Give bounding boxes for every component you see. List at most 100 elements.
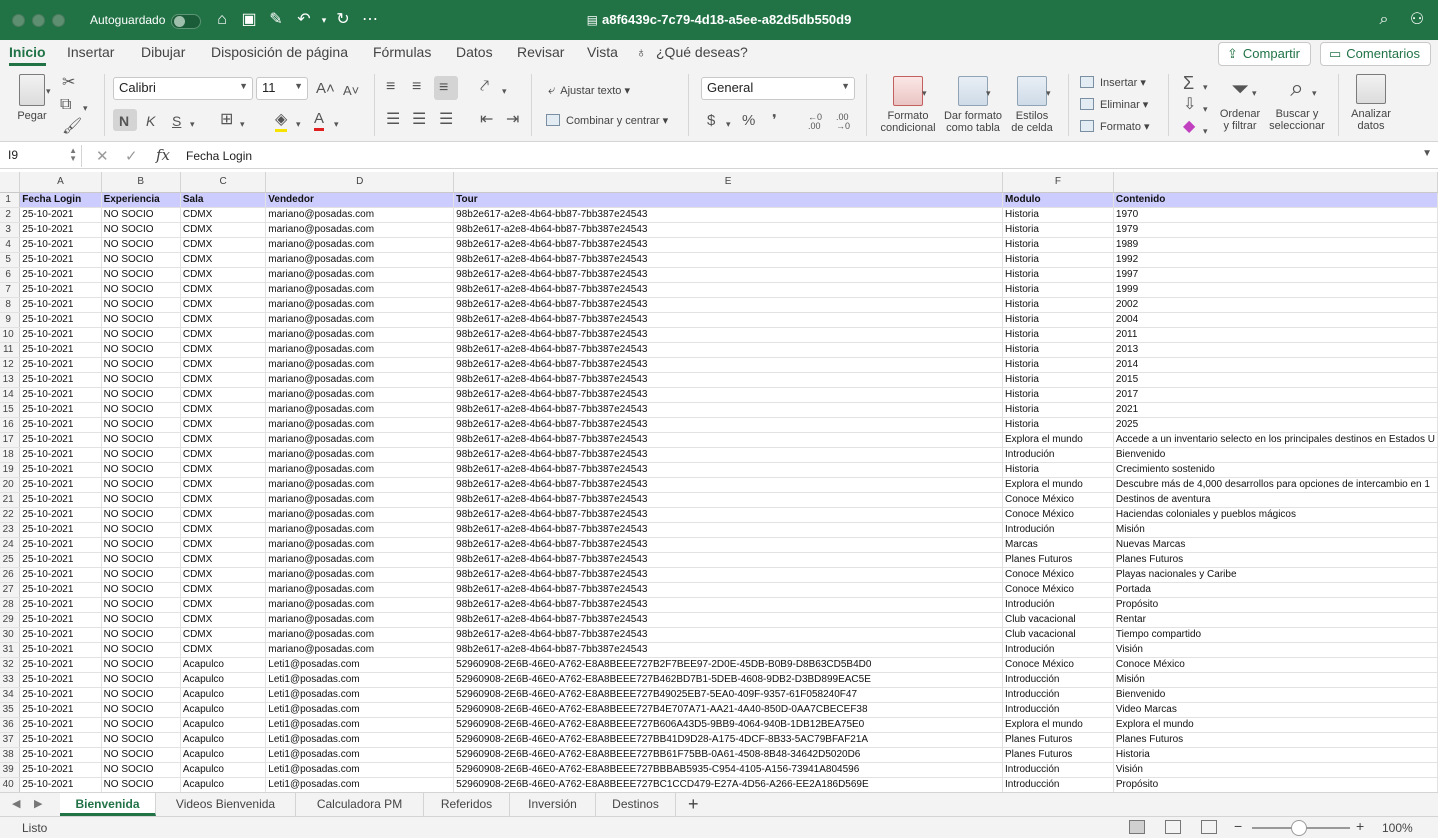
table-cell[interactable]: Bienvenido [1113, 687, 1438, 703]
row-header[interactable]: 2 [0, 207, 21, 223]
increase-indent-icon[interactable]: ⇥ [506, 111, 519, 129]
row-header[interactable]: 29 [0, 612, 21, 628]
table-cell[interactable]: Bienvenido [1113, 447, 1438, 463]
table-cell[interactable]: CDMX [180, 477, 267, 493]
table-cell[interactable]: mariano@posadas.com [265, 612, 455, 628]
currency-icon[interactable]: $ [707, 112, 715, 130]
table-cell[interactable]: Leti1@posadas.com [265, 672, 455, 688]
cell-styles-button[interactable]: Estilos de celda [1004, 76, 1060, 134]
row-header[interactable]: 19 [0, 462, 21, 478]
table-cell[interactable]: Planes Futuros [1002, 552, 1114, 568]
header-cell[interactable]: Modulo [1002, 192, 1114, 208]
sheet-tab-bienvenida[interactable]: Bienvenida [60, 793, 156, 816]
table-cell[interactable]: CDMX [180, 402, 267, 418]
table-cell[interactable]: Acapulco [180, 762, 267, 778]
table-cell[interactable]: Descubre más de 4,000 desarrollos para o… [1113, 477, 1438, 493]
row-header[interactable]: 8 [0, 297, 21, 313]
find-select-button[interactable]: ⌕ Buscar y seleccionar [1266, 74, 1328, 132]
table-cell[interactable]: NO SOCIO [101, 747, 181, 763]
table-cell[interactable]: NO SOCIO [101, 462, 181, 478]
table-cell[interactable]: 98b2e617-a2e8-4b64-bb87-7bb387e24543 [453, 492, 1004, 508]
table-cell[interactable]: Acapulco [180, 717, 267, 733]
table-cell[interactable]: 25-10-2021 [19, 612, 102, 628]
table-cell[interactable]: Portada [1113, 582, 1438, 598]
fill-icon[interactable]: ⇩ [1183, 96, 1196, 114]
table-cell[interactable]: 52960908-2E6B-46E0-A762-E8A8BEEE727BB61F… [453, 747, 1004, 763]
table-cell[interactable]: CDMX [180, 372, 267, 388]
table-cell[interactable]: 25-10-2021 [19, 432, 102, 448]
user-icon[interactable]: ⚇ [1407, 10, 1427, 30]
table-cell[interactable]: Conoce México [1002, 582, 1114, 598]
table-cell[interactable]: CDMX [180, 312, 267, 328]
table-cell[interactable]: Haciendas coloniales y pueblos mágicos [1113, 507, 1438, 523]
table-cell[interactable]: Historia [1002, 267, 1114, 283]
table-cell[interactable]: Planes Futuros [1002, 732, 1114, 748]
table-cell[interactable]: 52960908-2E6B-46E0-A762-E8A8BEEE727B2F7B… [453, 657, 1004, 673]
table-cell[interactable]: Video Marcas [1113, 702, 1438, 718]
table-cell[interactable]: 2002 [1113, 297, 1438, 313]
table-cell[interactable]: mariano@posadas.com [265, 492, 455, 508]
row-header[interactable]: 28 [0, 597, 21, 613]
tab-revisar[interactable]: Revisar [517, 44, 564, 60]
table-cell[interactable]: 25-10-2021 [19, 417, 102, 433]
table-cell[interactable]: Misión [1113, 522, 1438, 538]
table-cell[interactable]: Historia [1002, 297, 1114, 313]
table-cell[interactable]: 98b2e617-a2e8-4b64-bb87-7bb387e24543 [453, 312, 1004, 328]
table-cell[interactable]: mariano@posadas.com [265, 447, 455, 463]
align-right-icon[interactable]: ☰ [439, 111, 453, 129]
table-cell[interactable]: CDMX [180, 282, 267, 298]
table-cell[interactable]: Historia [1002, 372, 1114, 388]
table-cell[interactable]: Club vacacional [1002, 612, 1114, 628]
align-bottom-icon[interactable]: ≡ [439, 79, 448, 97]
table-cell[interactable]: mariano@posadas.com [265, 312, 455, 328]
conditional-format-button[interactable]: Formato condicional [876, 76, 940, 134]
table-cell[interactable]: mariano@posadas.com [265, 537, 455, 553]
table-cell[interactable]: CDMX [180, 552, 267, 568]
table-cell[interactable]: Historia [1002, 237, 1114, 253]
table-cell[interactable]: 25-10-2021 [19, 327, 102, 343]
table-cell[interactable]: mariano@posadas.com [265, 327, 455, 343]
table-cell[interactable]: mariano@posadas.com [265, 222, 455, 238]
row-header[interactable]: 5 [0, 252, 21, 268]
table-cell[interactable]: Historia [1113, 747, 1438, 763]
row-header[interactable]: 21 [0, 492, 21, 508]
tab-inicio[interactable]: Inicio [9, 44, 46, 66]
font-color-dropdown-icon[interactable]: ▾ [334, 115, 339, 133]
search-icon[interactable]: ⌕ [1374, 10, 1394, 30]
table-cell[interactable]: 1999 [1113, 282, 1438, 298]
table-cell[interactable]: Introducción [1002, 777, 1114, 792]
table-cell[interactable]: 25-10-2021 [19, 537, 102, 553]
table-cell[interactable]: Propósito [1113, 597, 1438, 613]
table-cell[interactable]: Historia [1002, 342, 1114, 358]
table-cell[interactable]: 98b2e617-a2e8-4b64-bb87-7bb387e24543 [453, 462, 1004, 478]
column-header-d[interactable]: D [265, 172, 455, 193]
table-cell[interactable]: CDMX [180, 522, 267, 538]
sort-filter-button[interactable]: ⏷ Ordenar y filtrar [1214, 74, 1266, 132]
align-middle-icon[interactable]: ≡ [412, 78, 421, 96]
row-header[interactable]: 14 [0, 387, 21, 403]
table-cell[interactable]: 98b2e617-a2e8-4b64-bb87-7bb387e24543 [453, 282, 1004, 298]
table-cell[interactable]: CDMX [180, 447, 267, 463]
table-cell[interactable]: 98b2e617-a2e8-4b64-bb87-7bb387e24543 [453, 417, 1004, 433]
sheet-tab-inversion[interactable]: Inversión [510, 793, 596, 816]
tab-disposicion[interactable]: Disposición de página [211, 44, 348, 60]
table-cell[interactable]: NO SOCIO [101, 702, 181, 718]
table-cell[interactable]: Destinos de aventura [1113, 492, 1438, 508]
table-cell[interactable]: NO SOCIO [101, 387, 181, 403]
table-cell[interactable]: mariano@posadas.com [265, 252, 455, 268]
table-cell[interactable]: NO SOCIO [101, 402, 181, 418]
table-cell[interactable]: 25-10-2021 [19, 747, 102, 763]
table-cell[interactable]: 25-10-2021 [19, 627, 102, 643]
table-cell[interactable]: NO SOCIO [101, 357, 181, 373]
share-button[interactable]: ⇪ Compartir [1218, 42, 1311, 66]
table-cell[interactable]: Crecimiento sostenido [1113, 462, 1438, 478]
decrease-font-icon[interactable]: A˅ [343, 82, 359, 100]
table-cell[interactable]: Acapulco [180, 687, 267, 703]
autosum-icon[interactable]: Σ [1183, 74, 1194, 92]
table-cell[interactable]: NO SOCIO [101, 597, 181, 613]
table-cell[interactable]: mariano@posadas.com [265, 582, 455, 598]
table-cell[interactable]: CDMX [180, 417, 267, 433]
table-cell[interactable]: 25-10-2021 [19, 492, 102, 508]
bold-button[interactable]: N [119, 112, 129, 130]
table-cell[interactable]: Introdución [1002, 597, 1114, 613]
